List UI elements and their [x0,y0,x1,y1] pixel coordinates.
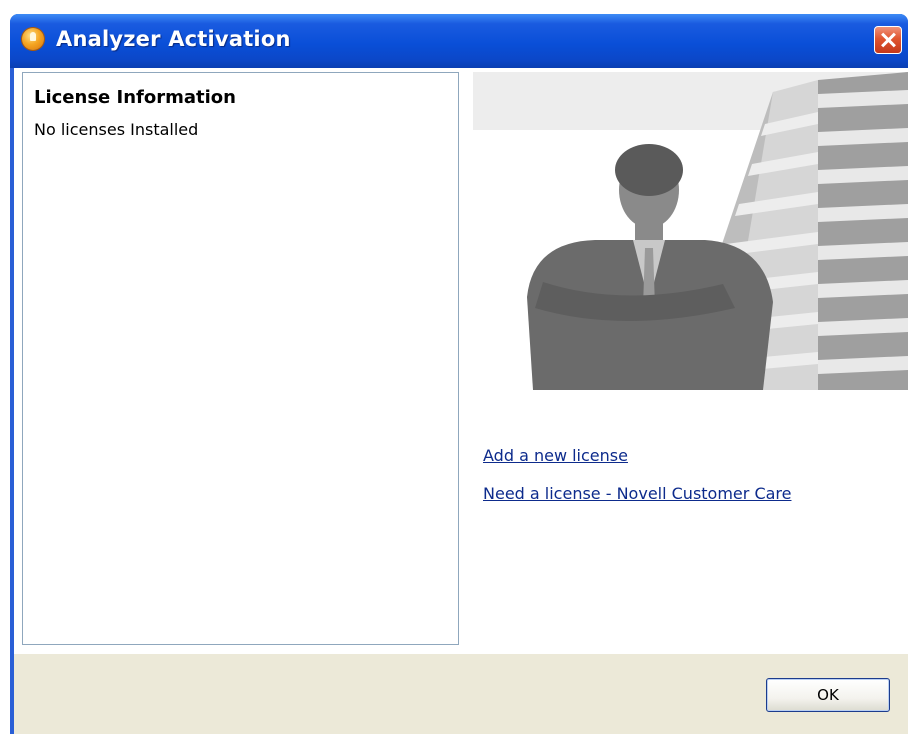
license-heading: License Information [34,87,236,108]
add-new-license-link[interactable]: Add a new license [483,446,628,465]
license-information-panel: License Information No licenses Installe… [22,72,459,645]
dialog-body: License Information No licenses Installe… [14,68,908,734]
button-bar: OK [14,654,908,734]
banner-image [473,72,908,390]
window-title: Analyzer Activation [56,27,291,51]
analyzer-app-icon [22,28,44,50]
title-bar[interactable]: Analyzer Activation [10,14,908,68]
license-status-text: No licenses Installed [34,120,199,139]
analyzer-activation-window: Analyzer Activation License Information … [10,14,908,734]
close-icon[interactable] [874,26,902,54]
novell-customer-care-link[interactable]: Need a license - Novell Customer Care [483,484,791,503]
building-illustration [527,72,908,390]
ok-button[interactable]: OK [766,678,890,712]
person-silhouette [527,144,773,390]
